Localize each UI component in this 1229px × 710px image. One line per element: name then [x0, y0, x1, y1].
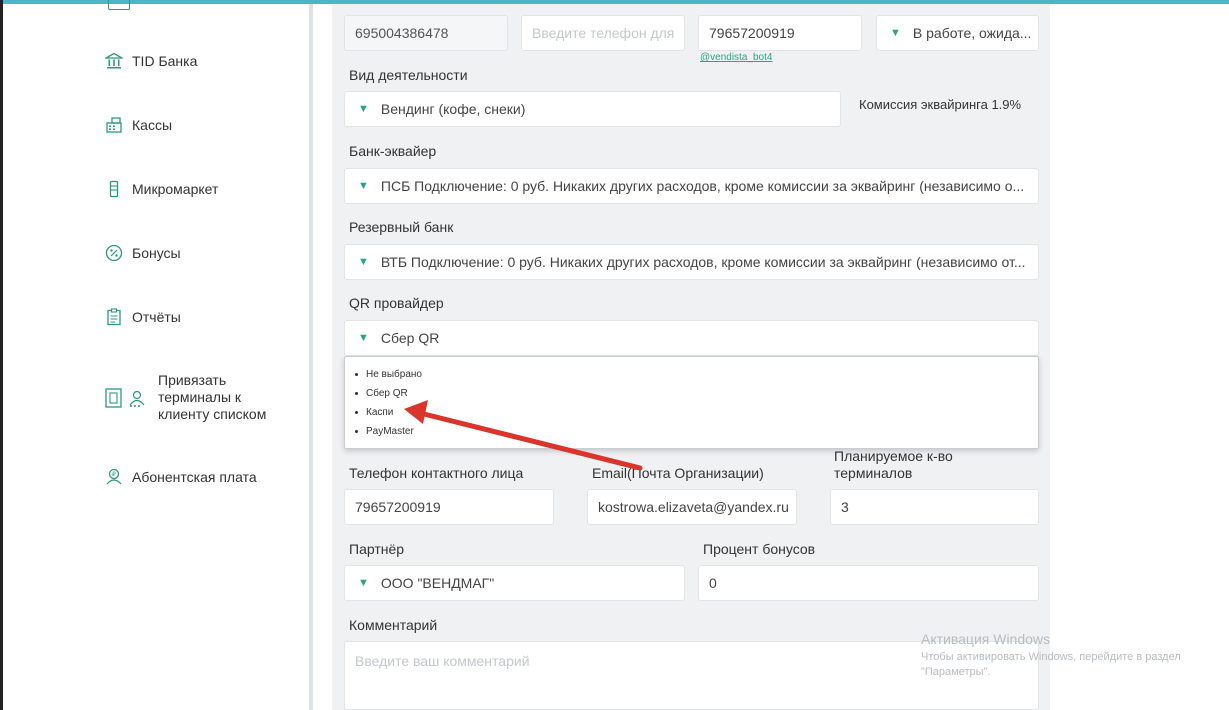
- windows-activation-subtitle: Чтобы активировать Windows, перейдите в …: [921, 651, 1181, 678]
- annotation-arrow-icon: [404, 400, 643, 471]
- windows-activation-title: Активация Windows: [921, 631, 1051, 647]
